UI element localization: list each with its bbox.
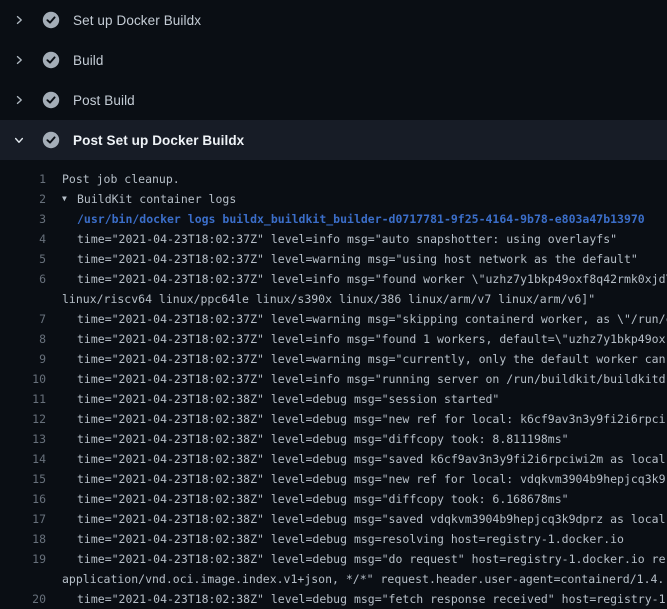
line-number[interactable]: 17 [0,509,46,529]
log-text: time="2021-04-23T18:02:37Z" level=info m… [77,369,667,389]
log-row: 20 time="2021-04-23T18:02:38Z" level=debu… [0,589,667,609]
log-text: time="2021-04-23T18:02:38Z" level=debug … [77,549,666,569]
line-number[interactable]: 11 [0,389,46,409]
log-text: time="2021-04-23T18:02:37Z" level=info m… [77,329,667,349]
log-row: linux/riscv64 linux/ppc64le linux/s390x … [0,289,667,309]
log-row: 15 time="2021-04-23T18:02:38Z" level=debu… [0,469,667,489]
step-row-setup-docker-buildx[interactable]: Set up Docker Buildx [0,0,667,40]
log-text: time="2021-04-23T18:02:37Z" level=info m… [77,229,617,249]
check-circle-icon [42,51,60,69]
line-number[interactable]: 18 [0,529,46,549]
log-lines: 1 Post job cleanup. 2 ▼ BuildKit container l… [0,169,667,609]
log-row: 10 time="2021-04-23T18:02:37Z" level=info… [0,369,667,389]
log-row: 16 time="2021-04-23T18:02:38Z" level=debu… [0,489,667,509]
check-circle-icon [42,11,60,29]
log-row: 7 time="2021-04-23T18:02:37Z" level=warni… [0,309,667,329]
line-number [0,569,46,589]
line-number [0,289,46,309]
log-panel: 1 Post job cleanup. 2 ▼ BuildKit container l… [0,160,667,609]
log-text: time="2021-04-23T18:02:37Z" level=info m… [77,269,667,289]
log-row: 13 time="2021-04-23T18:02:38Z" level=debu… [0,429,667,449]
line-number[interactable]: 3 [0,209,46,229]
check-circle-icon [42,131,60,149]
line-number[interactable]: 15 [0,469,46,489]
log-row: 17 time="2021-04-23T18:02:38Z" level=debu… [0,509,667,529]
log-row: 1 Post job cleanup. [0,169,667,189]
line-number[interactable]: 1 [0,169,46,189]
log-text: linux/riscv64 linux/ppc64le linux/s390x … [62,289,595,309]
log-text: Post job cleanup. [62,169,180,189]
chevron-down-icon [11,132,27,148]
log-command-text: /usr/bin/docker logs buildx_buildkit_bui… [77,209,645,229]
line-number[interactable]: 8 [0,329,46,349]
log-text: time="2021-04-23T18:02:38Z" level=debug … [77,529,624,549]
log-text: time="2021-04-23T18:02:38Z" level=debug … [77,389,499,409]
log-row: 18 time="2021-04-23T18:02:38Z" level=debu… [0,529,667,549]
step-label: Build [73,53,104,68]
log-text: time="2021-04-23T18:02:38Z" level=debug … [77,489,569,509]
log-row: 5 time="2021-04-23T18:02:37Z" level=warni… [0,249,667,269]
chevron-right-icon [11,92,27,108]
log-row: 6 time="2021-04-23T18:02:37Z" level=info … [0,269,667,289]
log-row: 8 time="2021-04-23T18:02:37Z" level=info … [0,329,667,349]
log-text: time="2021-04-23T18:02:37Z" level=warnin… [77,309,667,329]
step-row-build[interactable]: Build [0,40,667,80]
log-text: time="2021-04-23T18:02:38Z" level=debug … [77,409,667,429]
log-text: time="2021-04-23T18:02:38Z" level=debug … [77,449,667,469]
group-label: BuildKit container logs [77,192,236,206]
log-row: application/vnd.oci.image.index.v1+json,… [0,569,667,589]
log-row: 9 time="2021-04-23T18:02:37Z" level=warni… [0,349,667,369]
log-text: time="2021-04-23T18:02:38Z" level=debug … [77,429,569,449]
line-number[interactable]: 9 [0,349,46,369]
steps-list: Set up Docker Buildx Build Post Build Po… [0,0,667,160]
log-row: 12 time="2021-04-23T18:02:38Z" level=debu… [0,409,667,429]
step-label: Post Set up Docker Buildx [73,133,244,148]
step-label: Post Build [73,93,135,108]
log-row: 4 time="2021-04-23T18:02:37Z" level=info … [0,229,667,249]
line-number[interactable]: 10 [0,369,46,389]
log-row: 11 time="2021-04-23T18:02:38Z" level=debu… [0,389,667,409]
log-text: application/vnd.oci.image.index.v1+json,… [62,569,664,589]
log-text[interactable]: ▼ BuildKit container logs [62,189,236,209]
chevron-right-icon [11,12,27,28]
log-group-row: 2 ▼ BuildKit container logs [0,189,667,209]
line-number[interactable]: 4 [0,229,46,249]
log-text: time="2021-04-23T18:02:38Z" level=debug … [77,589,666,609]
line-number[interactable]: 20 [0,589,46,609]
line-number[interactable]: 13 [0,429,46,449]
line-number[interactable]: 12 [0,409,46,429]
log-text: time="2021-04-23T18:02:38Z" level=debug … [77,469,667,489]
step-label: Set up Docker Buildx [73,13,201,28]
step-row-post-build[interactable]: Post Build [0,80,667,120]
line-number[interactable]: 7 [0,309,46,329]
check-circle-icon [42,91,60,109]
log-text: time="2021-04-23T18:02:37Z" level=warnin… [77,349,667,369]
step-row-post-setup-docker-buildx[interactable]: Post Set up Docker Buildx [0,120,667,160]
log-row: 3/usr/bin/docker logs buildx_buildkit_bu… [0,209,667,229]
log-text: time="2021-04-23T18:02:37Z" level=warnin… [77,249,638,269]
log-text: time="2021-04-23T18:02:38Z" level=debug … [77,509,667,529]
line-number[interactable]: 5 [0,249,46,269]
log-row: 19 time="2021-04-23T18:02:38Z" level=debu… [0,549,667,569]
group-expanded-caret-icon: ▼ [62,189,71,209]
line-number[interactable]: 6 [0,269,46,289]
line-number[interactable]: 19 [0,549,46,569]
log-row: 14 time="2021-04-23T18:02:38Z" level=debu… [0,449,667,469]
line-number[interactable]: 2 [0,189,46,209]
line-number[interactable]: 16 [0,489,46,509]
chevron-right-icon [11,52,27,68]
line-number[interactable]: 14 [0,449,46,469]
